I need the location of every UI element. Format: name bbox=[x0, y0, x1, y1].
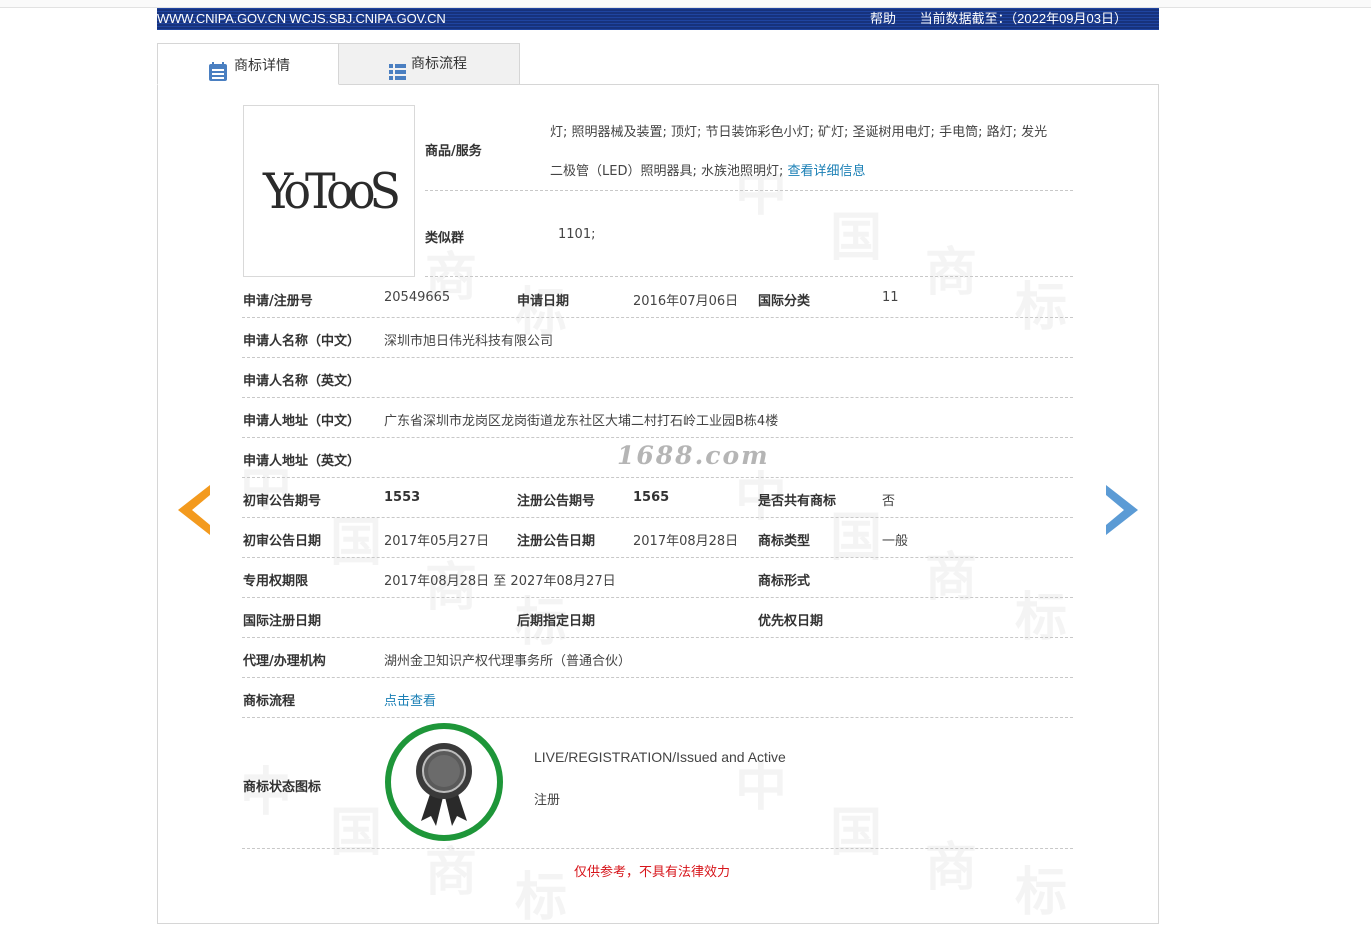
reg-no-value: 20549665 bbox=[384, 290, 451, 305]
view-details-link[interactable]: 查看详细信息 bbox=[788, 164, 866, 179]
tab-label: 商标详情 bbox=[234, 58, 290, 74]
divider bbox=[242, 317, 1073, 318]
agent-value: 湖州金卫知识产权代理事务所（普通合伙） bbox=[384, 654, 632, 669]
address-cn-label: 申请人地址（中文） bbox=[243, 414, 361, 429]
browser-top-edge bbox=[0, 0, 1371, 8]
divider bbox=[242, 717, 1073, 718]
status-english: LIVE/REGISTRATION/Issued and Active bbox=[534, 749, 786, 765]
similar-group-label: 类似群 bbox=[425, 231, 465, 246]
divider bbox=[242, 437, 1073, 438]
tab-label: 商标流程 bbox=[411, 56, 467, 72]
prelim-date-label: 初审公告日期 bbox=[243, 534, 322, 549]
divider bbox=[242, 848, 1073, 849]
applicant-cn-value: 深圳市旭日伟光科技有限公司 bbox=[384, 334, 554, 349]
goods-label: 商品/服务 bbox=[425, 144, 482, 159]
award-ribbon-icon bbox=[385, 723, 503, 841]
later-date-label: 后期指定日期 bbox=[517, 614, 596, 629]
applicant-cn-label: 申请人名称（中文） bbox=[243, 334, 361, 349]
status-icon-label: 商标状态图标 bbox=[243, 780, 322, 795]
intl-class-label: 国际分类 bbox=[758, 294, 811, 309]
divider bbox=[242, 637, 1073, 638]
tm-type-label: 商标类型 bbox=[758, 534, 811, 549]
tm-form-label: 商标形式 bbox=[758, 574, 811, 589]
prev-record-button[interactable] bbox=[178, 485, 211, 539]
priority-label: 优先权日期 bbox=[758, 614, 824, 629]
status-chinese: 注册 bbox=[534, 793, 561, 808]
goods-line-1: 灯; 照明器械及装置; 顶灯; 节日装饰彩色小灯; 矿灯; 圣诞树用电灯; 手电… bbox=[550, 125, 1048, 140]
tm-type-value: 一般 bbox=[882, 534, 909, 549]
divider bbox=[242, 357, 1073, 358]
intl-reg-date-label: 国际注册日期 bbox=[243, 614, 322, 629]
process-label: 商标流程 bbox=[243, 694, 296, 709]
intl-class-value: 11 bbox=[882, 290, 899, 305]
chevron-left-icon bbox=[178, 485, 210, 535]
divider bbox=[242, 517, 1073, 518]
help-link[interactable]: 帮助 bbox=[870, 11, 896, 26]
reg-notice-date-label: 注册公告日期 bbox=[517, 534, 596, 549]
watermark-char: 商 bbox=[925, 825, 977, 900]
watermark-char: 国 bbox=[330, 790, 382, 865]
data-date: 当前数据截至：（2022年09月03日） bbox=[919, 11, 1127, 26]
tab-bar: 商标详情 商标流程 bbox=[157, 43, 1159, 85]
app-date-label: 申请日期 bbox=[517, 294, 570, 309]
prelim-no-value: 1553 bbox=[384, 490, 421, 505]
prelim-date-value: 2017年05月27日 bbox=[384, 534, 490, 549]
watermark-char: 商 bbox=[425, 830, 477, 905]
prelim-no-label: 初审公告期号 bbox=[243, 494, 322, 509]
chevron-right-icon bbox=[1106, 485, 1138, 535]
header-right: 帮助 当前数据截至：（2022年09月03日） bbox=[870, 8, 1127, 30]
site-watermark-text: 1688.com bbox=[617, 441, 770, 470]
watermark-char: 标 bbox=[515, 855, 567, 930]
address-cn-value: 广东省深圳市龙岗区龙岗街道龙东社区大埔二村打石岭工业园B栋4楼 bbox=[384, 414, 779, 429]
divider bbox=[242, 597, 1073, 598]
watermark-char: 国 bbox=[830, 195, 882, 270]
tab-trademark-details[interactable]: 商标详情 bbox=[157, 43, 339, 85]
divider bbox=[242, 677, 1073, 678]
watermark-char: 商 bbox=[925, 230, 977, 305]
app-date-value: 2016年07月06日 bbox=[633, 294, 739, 309]
reg-notice-no-value: 1565 bbox=[633, 490, 670, 505]
similar-group-value: 1101; bbox=[558, 227, 596, 242]
address-en-label: 申请人地址（英文） bbox=[243, 454, 361, 469]
divider bbox=[242, 477, 1073, 478]
divider bbox=[242, 557, 1073, 558]
watermark-char: 商 bbox=[925, 535, 977, 610]
applicant-en-label: 申请人名称（英文） bbox=[243, 374, 361, 389]
next-record-button[interactable] bbox=[1105, 485, 1138, 539]
divider bbox=[242, 397, 1073, 398]
watermark-char: 国 bbox=[330, 500, 382, 575]
reg-notice-date-value: 2017年08月28日 bbox=[633, 534, 739, 549]
agent-label: 代理/办理机构 bbox=[243, 654, 326, 669]
watermark-char: 标 bbox=[1015, 850, 1067, 925]
watermark-char: 标 bbox=[1015, 575, 1067, 650]
goods-line-2-text: 二极管（LED）照明器具; 水族池照明灯; bbox=[550, 164, 784, 179]
tab-trademark-process[interactable]: 商标流程 bbox=[338, 43, 520, 85]
shared-value: 否 bbox=[882, 494, 896, 509]
divider bbox=[425, 276, 1073, 277]
disclaimer-text: 仅供参考，不具有法律效力 bbox=[574, 865, 731, 880]
exclusive-label: 专用权期限 bbox=[243, 574, 309, 589]
trademark-logo-text: YoTooS bbox=[262, 162, 401, 220]
shared-label: 是否共有商标 bbox=[758, 494, 837, 509]
trademark-image: YoTooS bbox=[243, 105, 415, 277]
goods-line-2: 二极管（LED）照明器具; 水族池照明灯; 查看详细信息 bbox=[550, 160, 866, 179]
watermark-char: 国 bbox=[830, 790, 882, 865]
divider bbox=[425, 190, 1073, 191]
document-list-icon bbox=[208, 57, 228, 99]
reg-no-label: 申请/注册号 bbox=[243, 294, 313, 309]
process-view-link[interactable]: 点击查看 bbox=[384, 690, 436, 709]
watermark-char: 国 bbox=[830, 495, 882, 570]
site-urls: WWW.CNIPA.GOV.CN WCJS.SBJ.CNIPA.GOV.CN bbox=[157, 11, 446, 26]
exclusive-value: 2017年08月28日 至 2027年08月27日 bbox=[384, 574, 616, 589]
reg-notice-no-label: 注册公告期号 bbox=[517, 494, 596, 509]
site-header-bar: WWW.CNIPA.GOV.CN WCJS.SBJ.CNIPA.GOV.CN 帮… bbox=[157, 8, 1159, 30]
